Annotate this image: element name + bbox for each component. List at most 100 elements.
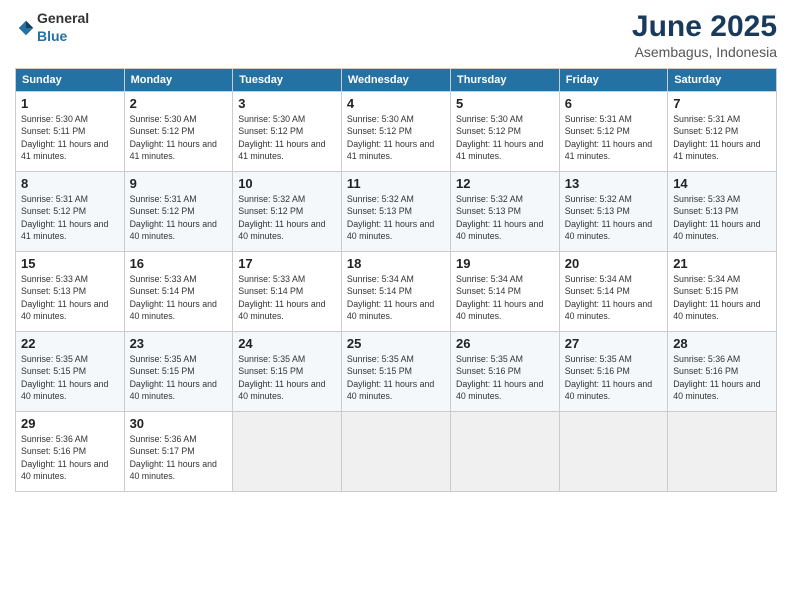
calendar-day-cell: 16 Sunrise: 5:33 AM Sunset: 5:14 PM Dayl… bbox=[124, 252, 233, 332]
calendar-day-cell: 21 Sunrise: 5:34 AM Sunset: 5:15 PM Dayl… bbox=[668, 252, 777, 332]
main-container: General Blue June 2025 Asembagus, Indone… bbox=[0, 0, 792, 612]
day-number: 9 bbox=[130, 176, 228, 191]
calendar-day-cell: 19 Sunrise: 5:34 AM Sunset: 5:14 PM Dayl… bbox=[450, 252, 559, 332]
day-number: 6 bbox=[565, 96, 662, 111]
day-info: Sunrise: 5:35 AM Sunset: 5:16 PM Dayligh… bbox=[565, 353, 662, 402]
calendar-day-cell: 28 Sunrise: 5:36 AM Sunset: 5:16 PM Dayl… bbox=[668, 332, 777, 412]
col-monday: Monday bbox=[124, 69, 233, 92]
day-info: Sunrise: 5:35 AM Sunset: 5:15 PM Dayligh… bbox=[21, 353, 119, 402]
calendar-day-cell: 20 Sunrise: 5:34 AM Sunset: 5:14 PM Dayl… bbox=[559, 252, 667, 332]
day-number: 1 bbox=[21, 96, 119, 111]
day-number: 13 bbox=[565, 176, 662, 191]
day-number: 29 bbox=[21, 416, 119, 431]
location-title: Asembagus, Indonesia bbox=[632, 44, 777, 60]
calendar-day-cell: 15 Sunrise: 5:33 AM Sunset: 5:13 PM Dayl… bbox=[16, 252, 125, 332]
day-number: 7 bbox=[673, 96, 771, 111]
day-number: 21 bbox=[673, 256, 771, 271]
day-number: 18 bbox=[347, 256, 445, 271]
calendar-day-cell: 1 Sunrise: 5:30 AM Sunset: 5:11 PM Dayli… bbox=[16, 92, 125, 172]
day-info: Sunrise: 5:35 AM Sunset: 5:15 PM Dayligh… bbox=[347, 353, 445, 402]
calendar-day-cell bbox=[559, 412, 667, 492]
day-info: Sunrise: 5:32 AM Sunset: 5:13 PM Dayligh… bbox=[347, 193, 445, 242]
col-saturday: Saturday bbox=[668, 69, 777, 92]
day-number: 8 bbox=[21, 176, 119, 191]
calendar-day-cell: 22 Sunrise: 5:35 AM Sunset: 5:15 PM Dayl… bbox=[16, 332, 125, 412]
logo-general: General bbox=[37, 10, 89, 26]
day-info: Sunrise: 5:30 AM Sunset: 5:12 PM Dayligh… bbox=[238, 113, 336, 162]
calendar-day-cell: 7 Sunrise: 5:31 AM Sunset: 5:12 PM Dayli… bbox=[668, 92, 777, 172]
day-number: 22 bbox=[21, 336, 119, 351]
calendar-week-row: 15 Sunrise: 5:33 AM Sunset: 5:13 PM Dayl… bbox=[16, 252, 777, 332]
day-number: 23 bbox=[130, 336, 228, 351]
calendar-day-cell: 24 Sunrise: 5:35 AM Sunset: 5:15 PM Dayl… bbox=[233, 332, 342, 412]
calendar-day-cell: 29 Sunrise: 5:36 AM Sunset: 5:16 PM Dayl… bbox=[16, 412, 125, 492]
calendar-day-cell bbox=[341, 412, 450, 492]
day-info: Sunrise: 5:36 AM Sunset: 5:17 PM Dayligh… bbox=[130, 433, 228, 482]
day-info: Sunrise: 5:31 AM Sunset: 5:12 PM Dayligh… bbox=[21, 193, 119, 242]
calendar-day-cell: 26 Sunrise: 5:35 AM Sunset: 5:16 PM Dayl… bbox=[450, 332, 559, 412]
calendar-day-cell: 10 Sunrise: 5:32 AM Sunset: 5:12 PM Dayl… bbox=[233, 172, 342, 252]
col-tuesday: Tuesday bbox=[233, 69, 342, 92]
day-number: 14 bbox=[673, 176, 771, 191]
day-number: 30 bbox=[130, 416, 228, 431]
calendar-day-cell: 3 Sunrise: 5:30 AM Sunset: 5:12 PM Dayli… bbox=[233, 92, 342, 172]
title-block: June 2025 Asembagus, Indonesia bbox=[632, 10, 777, 60]
month-title: June 2025 bbox=[632, 10, 777, 44]
day-info: Sunrise: 5:30 AM Sunset: 5:12 PM Dayligh… bbox=[130, 113, 228, 162]
calendar-day-cell: 6 Sunrise: 5:31 AM Sunset: 5:12 PM Dayli… bbox=[559, 92, 667, 172]
day-number: 16 bbox=[130, 256, 228, 271]
day-number: 2 bbox=[130, 96, 228, 111]
calendar-day-cell: 5 Sunrise: 5:30 AM Sunset: 5:12 PM Dayli… bbox=[450, 92, 559, 172]
day-info: Sunrise: 5:31 AM Sunset: 5:12 PM Dayligh… bbox=[673, 113, 771, 162]
calendar-day-cell: 2 Sunrise: 5:30 AM Sunset: 5:12 PM Dayli… bbox=[124, 92, 233, 172]
calendar-day-cell: 30 Sunrise: 5:36 AM Sunset: 5:17 PM Dayl… bbox=[124, 412, 233, 492]
day-number: 15 bbox=[21, 256, 119, 271]
calendar-day-cell: 12 Sunrise: 5:32 AM Sunset: 5:13 PM Dayl… bbox=[450, 172, 559, 252]
day-info: Sunrise: 5:36 AM Sunset: 5:16 PM Dayligh… bbox=[673, 353, 771, 402]
day-info: Sunrise: 5:33 AM Sunset: 5:13 PM Dayligh… bbox=[21, 273, 119, 322]
day-number: 5 bbox=[456, 96, 554, 111]
logo-blue: Blue bbox=[37, 28, 67, 44]
header: General Blue June 2025 Asembagus, Indone… bbox=[15, 10, 777, 60]
day-info: Sunrise: 5:34 AM Sunset: 5:14 PM Dayligh… bbox=[347, 273, 445, 322]
col-wednesday: Wednesday bbox=[341, 69, 450, 92]
calendar-day-cell: 4 Sunrise: 5:30 AM Sunset: 5:12 PM Dayli… bbox=[341, 92, 450, 172]
day-number: 20 bbox=[565, 256, 662, 271]
day-info: Sunrise: 5:32 AM Sunset: 5:13 PM Dayligh… bbox=[456, 193, 554, 242]
calendar-week-row: 29 Sunrise: 5:36 AM Sunset: 5:16 PM Dayl… bbox=[16, 412, 777, 492]
day-info: Sunrise: 5:34 AM Sunset: 5:14 PM Dayligh… bbox=[456, 273, 554, 322]
col-friday: Friday bbox=[559, 69, 667, 92]
day-number: 26 bbox=[456, 336, 554, 351]
calendar-week-row: 1 Sunrise: 5:30 AM Sunset: 5:11 PM Dayli… bbox=[16, 92, 777, 172]
day-info: Sunrise: 5:35 AM Sunset: 5:16 PM Dayligh… bbox=[456, 353, 554, 402]
day-number: 28 bbox=[673, 336, 771, 351]
day-number: 25 bbox=[347, 336, 445, 351]
day-info: Sunrise: 5:30 AM Sunset: 5:12 PM Dayligh… bbox=[456, 113, 554, 162]
day-number: 12 bbox=[456, 176, 554, 191]
calendar-day-cell: 14 Sunrise: 5:33 AM Sunset: 5:13 PM Dayl… bbox=[668, 172, 777, 252]
day-number: 11 bbox=[347, 176, 445, 191]
day-number: 24 bbox=[238, 336, 336, 351]
calendar-day-cell: 9 Sunrise: 5:31 AM Sunset: 5:12 PM Dayli… bbox=[124, 172, 233, 252]
calendar-day-cell: 18 Sunrise: 5:34 AM Sunset: 5:14 PM Dayl… bbox=[341, 252, 450, 332]
logo: General Blue bbox=[15, 10, 89, 46]
day-info: Sunrise: 5:35 AM Sunset: 5:15 PM Dayligh… bbox=[238, 353, 336, 402]
day-info: Sunrise: 5:31 AM Sunset: 5:12 PM Dayligh… bbox=[130, 193, 228, 242]
day-number: 17 bbox=[238, 256, 336, 271]
calendar-day-cell: 23 Sunrise: 5:35 AM Sunset: 5:15 PM Dayl… bbox=[124, 332, 233, 412]
day-info: Sunrise: 5:32 AM Sunset: 5:13 PM Dayligh… bbox=[565, 193, 662, 242]
day-info: Sunrise: 5:30 AM Sunset: 5:11 PM Dayligh… bbox=[21, 113, 119, 162]
day-number: 10 bbox=[238, 176, 336, 191]
calendar-day-cell: 13 Sunrise: 5:32 AM Sunset: 5:13 PM Dayl… bbox=[559, 172, 667, 252]
calendar-week-row: 8 Sunrise: 5:31 AM Sunset: 5:12 PM Dayli… bbox=[16, 172, 777, 252]
day-info: Sunrise: 5:33 AM Sunset: 5:13 PM Dayligh… bbox=[673, 193, 771, 242]
col-sunday: Sunday bbox=[16, 69, 125, 92]
day-info: Sunrise: 5:34 AM Sunset: 5:14 PM Dayligh… bbox=[565, 273, 662, 322]
day-info: Sunrise: 5:33 AM Sunset: 5:14 PM Dayligh… bbox=[238, 273, 336, 322]
col-thursday: Thursday bbox=[450, 69, 559, 92]
day-number: 3 bbox=[238, 96, 336, 111]
calendar-table: Sunday Monday Tuesday Wednesday Thursday… bbox=[15, 68, 777, 492]
weekday-header-row: Sunday Monday Tuesday Wednesday Thursday… bbox=[16, 69, 777, 92]
calendar-day-cell bbox=[450, 412, 559, 492]
calendar-day-cell: 27 Sunrise: 5:35 AM Sunset: 5:16 PM Dayl… bbox=[559, 332, 667, 412]
